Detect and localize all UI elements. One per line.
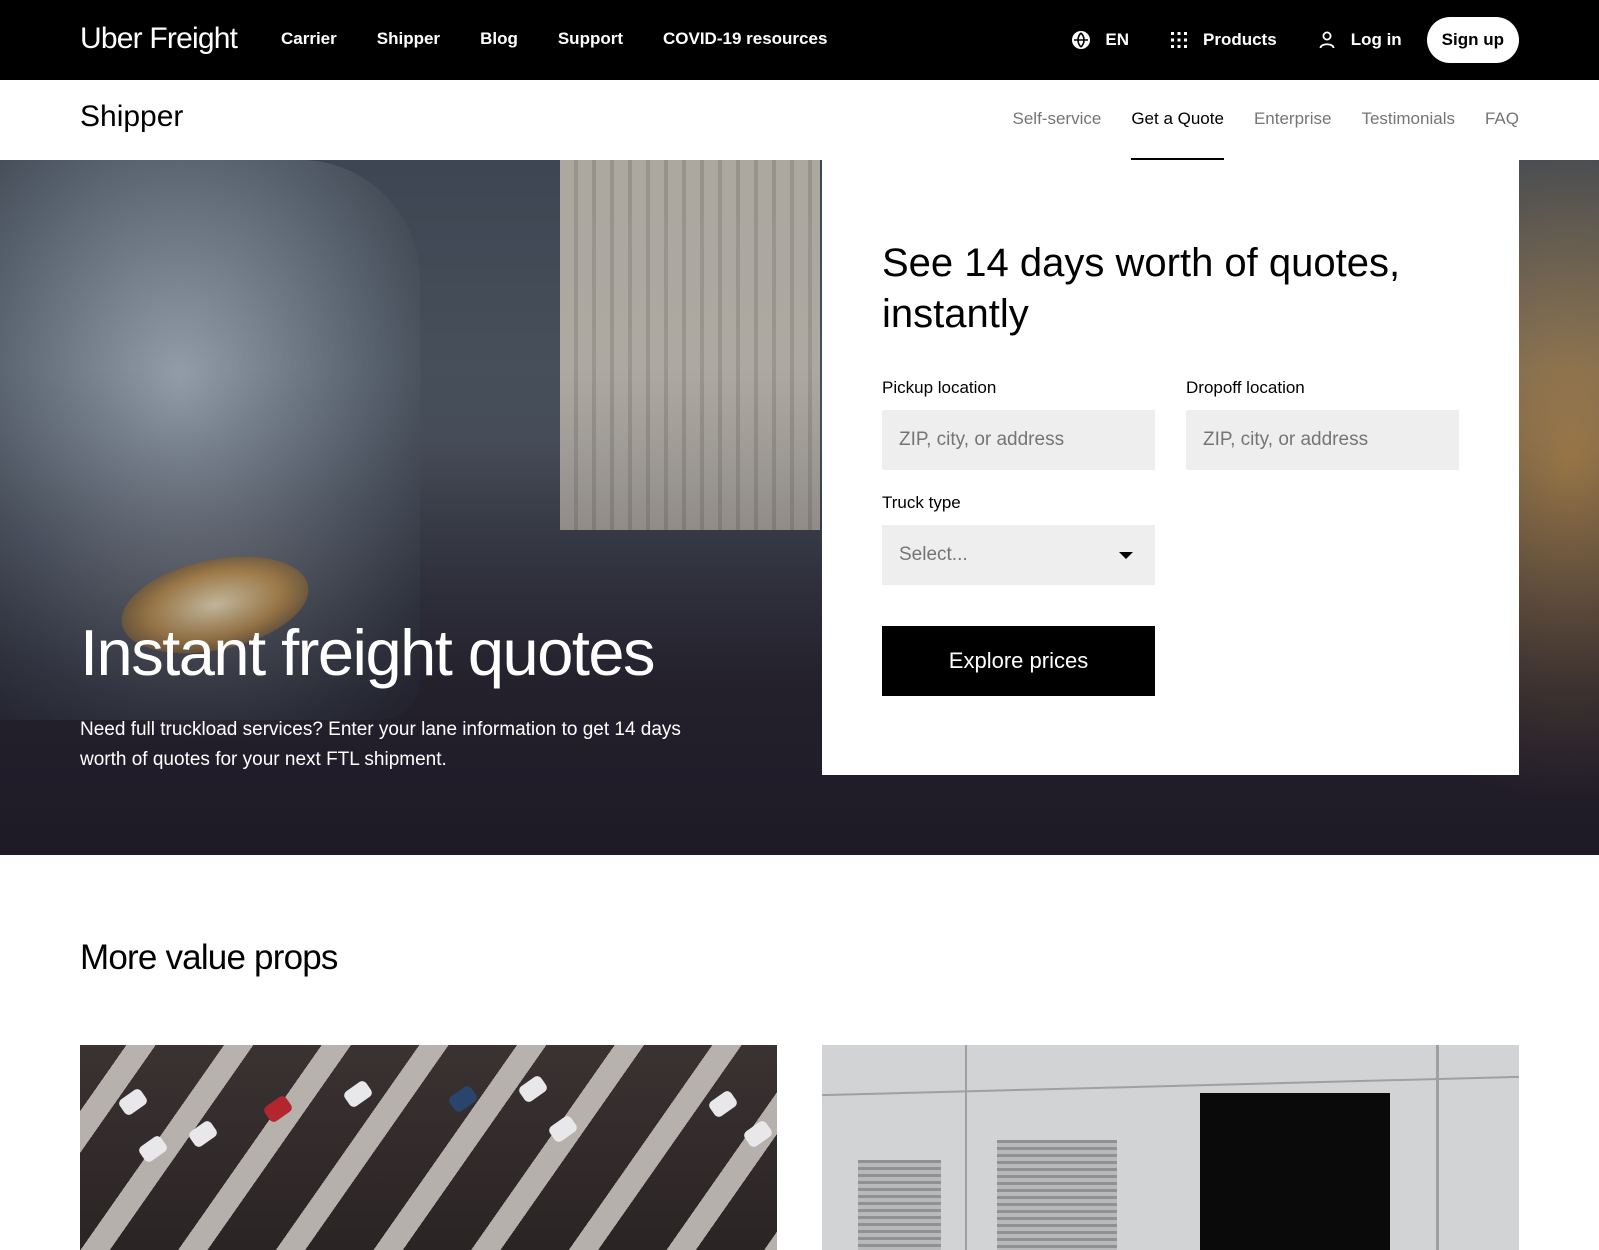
uber-freight-logo[interactable]: Uber Freight xyxy=(80,22,238,56)
nav-link-covid-resources[interactable]: COVID-19 resources xyxy=(663,29,827,49)
page-title: Shipper xyxy=(80,100,184,133)
tab-enterprise[interactable]: Enterprise xyxy=(1254,80,1331,160)
globe-icon xyxy=(1072,31,1091,49)
signup-button[interactable]: Sign up xyxy=(1426,17,1519,63)
top-navigation: Uber Freight Carrier Shipper Blog Suppor… xyxy=(0,0,1599,80)
hero-subtitle: Need full truckload services? Enter your… xyxy=(80,719,681,770)
quote-form-heading: See 14 days worth of quotes, instantly xyxy=(882,241,1401,336)
products-menu[interactable]: Products xyxy=(1169,30,1277,50)
tab-self-service[interactable]: Self-service xyxy=(1013,80,1102,160)
nav-right-group: EN Products Log in Sign up xyxy=(1071,17,1519,63)
nav-link-blog[interactable]: Blog xyxy=(480,29,518,49)
login-link[interactable]: Log in xyxy=(1317,30,1402,50)
nav-link-shipper[interactable]: Shipper xyxy=(377,29,440,49)
truck-type-label: Truck type xyxy=(882,493,961,512)
nav-link-carrier[interactable]: Carrier xyxy=(281,29,337,49)
primary-nav: Carrier Shipper Blog Support COVID-19 re… xyxy=(281,29,867,49)
caret-down-icon xyxy=(1119,552,1133,559)
dropoff-location-input[interactable] xyxy=(1186,410,1459,470)
dropoff-label: Dropoff location xyxy=(1186,378,1305,397)
user-icon xyxy=(1319,31,1335,49)
grid-icon xyxy=(1171,32,1187,48)
section-tabs: Self-service Get a Quote Enterprise Test… xyxy=(983,80,1519,160)
trucks-aerial-image xyxy=(80,1045,777,1250)
tab-faq[interactable]: FAQ xyxy=(1485,80,1519,160)
pickup-location-input[interactable] xyxy=(882,410,1155,470)
truck-type-value: Select... xyxy=(899,544,968,565)
explore-prices-button[interactable]: Explore prices xyxy=(882,626,1155,696)
language-selector[interactable]: EN xyxy=(1071,30,1129,50)
truck-type-select[interactable]: Select... xyxy=(882,525,1155,585)
language-label: EN xyxy=(1105,30,1129,49)
products-label: Products xyxy=(1203,30,1277,49)
quote-form-card: See 14 days worth of quotes, instantly P… xyxy=(822,160,1519,775)
nav-link-support[interactable]: Support xyxy=(558,29,623,49)
tab-testimonials[interactable]: Testimonials xyxy=(1361,80,1455,160)
login-label: Log in xyxy=(1350,30,1402,49)
hero-section: Instant freight quotes Need full trucklo… xyxy=(0,160,1599,855)
warehouse-dock-image xyxy=(822,1045,1519,1250)
pickup-label: Pickup location xyxy=(882,378,997,397)
tab-get-a-quote[interactable]: Get a Quote xyxy=(1131,80,1224,160)
hero-title: Instant freight quotes xyxy=(80,616,656,689)
sub-navigation: Shipper Self-service Get a Quote Enterpr… xyxy=(0,80,1599,160)
section-title: More value props xyxy=(80,938,338,977)
